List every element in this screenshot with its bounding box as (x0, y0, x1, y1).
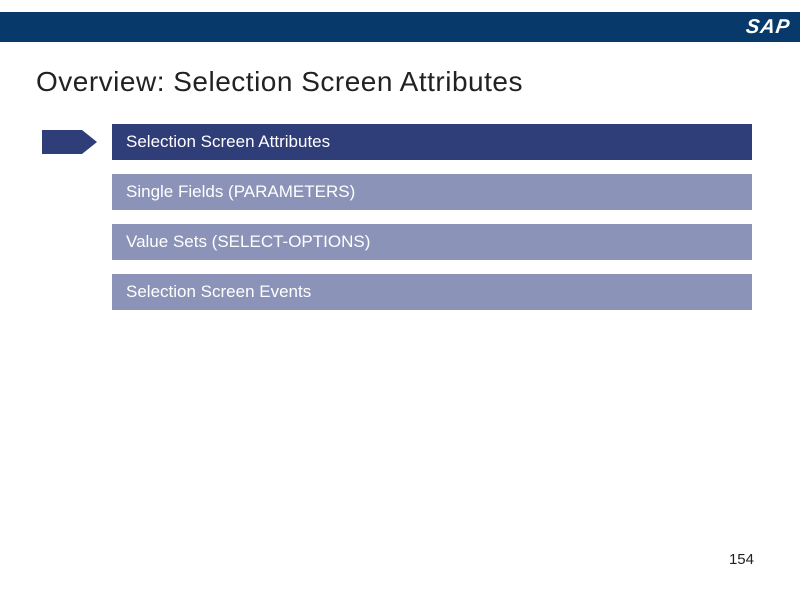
nav-row-selection-screen-attributes: Selection Screen Attributes (42, 124, 764, 160)
arrow-right-icon (42, 127, 100, 157)
arrow-placeholder (42, 274, 112, 310)
sap-logo: SAP (744, 16, 791, 39)
arrow-indicator (42, 124, 112, 160)
nav-item-label: Single Fields (PARAMETERS) (126, 182, 355, 202)
nav-item-label: Value Sets (SELECT-OPTIONS) (126, 232, 370, 252)
arrow-placeholder (42, 224, 112, 260)
arrow-placeholder (42, 174, 112, 210)
nav-row-single-fields: Single Fields (PARAMETERS) (42, 174, 764, 210)
nav-item-label: Selection Screen Events (126, 282, 311, 302)
nav-item-single-fields[interactable]: Single Fields (PARAMETERS) (112, 174, 752, 210)
nav-item-label: Selection Screen Attributes (126, 132, 330, 152)
content-area: Overview: Selection Screen Attributes Se… (0, 42, 800, 310)
page-number: 154 (729, 551, 754, 568)
nav-item-selection-screen-events[interactable]: Selection Screen Events (112, 274, 752, 310)
page-title: Overview: Selection Screen Attributes (36, 66, 764, 98)
top-bar: SAP (0, 12, 800, 42)
nav-item-selection-screen-attributes[interactable]: Selection Screen Attributes (112, 124, 752, 160)
nav-item-value-sets[interactable]: Value Sets (SELECT-OPTIONS) (112, 224, 752, 260)
nav-list: Selection Screen Attributes Single Field… (42, 124, 764, 310)
nav-row-value-sets: Value Sets (SELECT-OPTIONS) (42, 224, 764, 260)
nav-row-selection-screen-events: Selection Screen Events (42, 274, 764, 310)
